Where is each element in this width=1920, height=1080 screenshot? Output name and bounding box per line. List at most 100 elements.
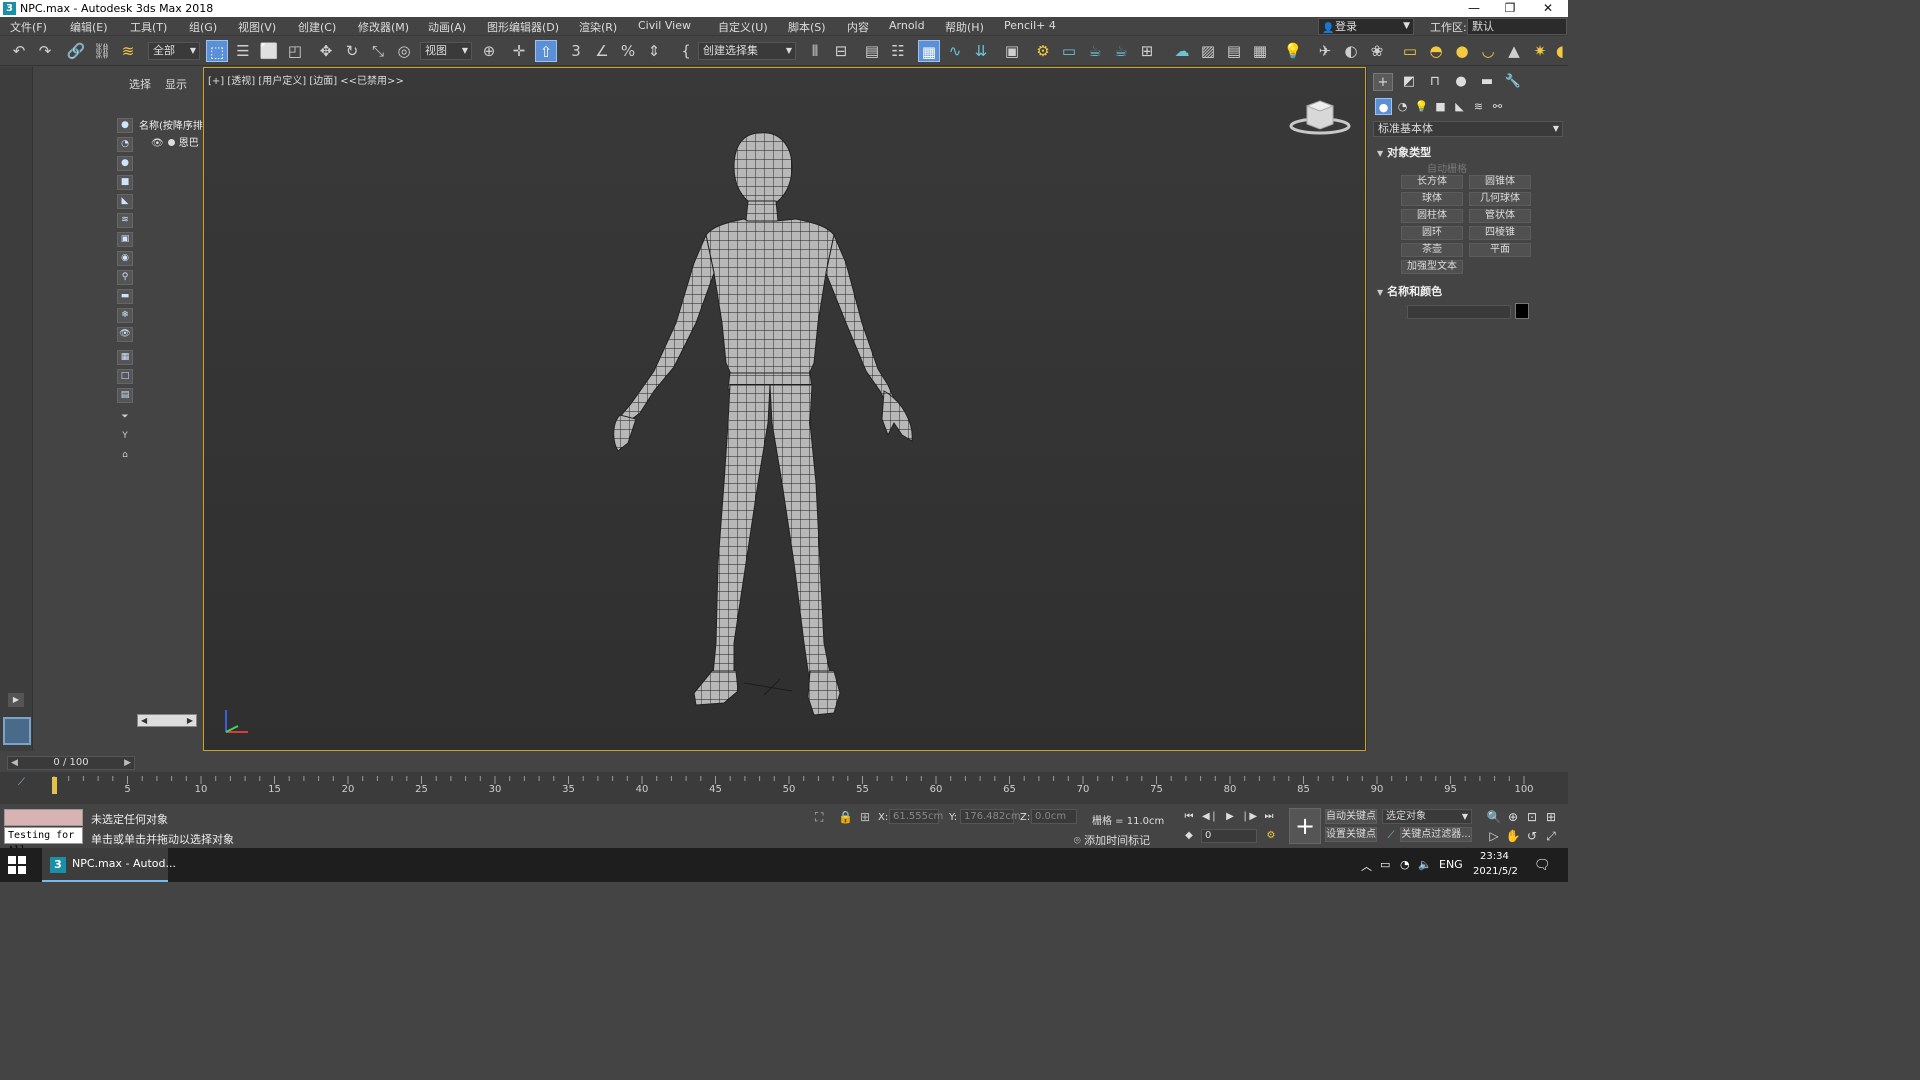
- object-category-dropdown[interactable]: 标准基本体 ▼: [1373, 121, 1563, 137]
- viewport-label[interactable]: [+] [透视] [用户定义] [边面] <<已禁用>>: [208, 72, 404, 87]
- render-frame-icon[interactable]: ▨: [1197, 40, 1219, 62]
- select-manipulate-icon[interactable]: ✛: [508, 40, 530, 62]
- windows-start-icon[interactable]: [8, 856, 26, 874]
- filter-funnel-icon[interactable]: ⏷: [117, 411, 133, 426]
- create-panel-icon[interactable]: +: [1373, 73, 1393, 91]
- freeze-dot-icon[interactable]: [167, 139, 175, 146]
- key-filters-button[interactable]: 关键点过滤器...: [1400, 827, 1472, 842]
- field-of-view-icon[interactable]: ▷: [1486, 828, 1502, 844]
- battery-icon[interactable]: ▭: [1380, 858, 1390, 871]
- orbit-icon[interactable]: ↺: [1524, 828, 1540, 844]
- pan-view-icon[interactable]: ✋: [1505, 828, 1521, 844]
- menu-pencil[interactable]: Pencil+ 4: [1004, 19, 1056, 32]
- tube-button[interactable]: 管状体: [1469, 209, 1531, 223]
- filter-helpers-icon[interactable]: ◣: [117, 194, 133, 209]
- input-language[interactable]: ENG: [1439, 858, 1463, 871]
- lights-category-icon[interactable]: 💡: [1413, 98, 1430, 115]
- filter-bones-icon[interactable]: ⚲: [117, 270, 133, 285]
- character-wireframe-mesh[interactable]: [584, 123, 944, 723]
- close-button[interactable]: ✕: [1530, 0, 1566, 17]
- render-elements-icon[interactable]: ▦: [1249, 40, 1271, 62]
- scroll-left-icon[interactable]: ◀: [141, 715, 147, 726]
- placement-icon[interactable]: ◎: [393, 40, 415, 62]
- cylinder-button[interactable]: 圆柱体: [1401, 209, 1463, 223]
- pyramid-button[interactable]: 四棱锥: [1469, 226, 1531, 240]
- track-bar[interactable]: ⟋ 5 10 15 20 25 30 35 40 45 50 55 60 65 70 75 80 85 90 95 1…: [0, 772, 1568, 804]
- named-selection-dropdown[interactable]: 创建选择集 ▼: [698, 42, 796, 60]
- filter-xrefs-icon[interactable]: ◉: [117, 251, 133, 266]
- zoom-all-icon[interactable]: ⊕: [1505, 809, 1521, 825]
- login-dropdown[interactable]: 👤 登录 ▼: [1318, 18, 1414, 35]
- menu-arnold[interactable]: Arnold: [889, 19, 925, 32]
- filter-containers-icon[interactable]: ▬: [117, 289, 133, 304]
- zoom-extents-all-icon[interactable]: ⊞: [1543, 809, 1559, 825]
- menu-file[interactable]: 文件(F): [10, 19, 47, 35]
- window-crossing-icon[interactable]: ◰: [284, 40, 306, 62]
- clock-date[interactable]: 2021/5/2: [1473, 866, 1518, 877]
- absolute-mode-icon[interactable]: ⊞: [860, 810, 870, 824]
- pencil-plus-icon[interactable]: ❀: [1366, 40, 1388, 62]
- filter-hidden-icon[interactable]: 👁: [117, 327, 133, 342]
- teapot-render-icon[interactable]: ☁: [1171, 40, 1193, 62]
- geosphere-button[interactable]: 几何球体: [1469, 192, 1531, 206]
- display-none-icon[interactable]: □: [117, 369, 133, 384]
- x-coordinate-field[interactable]: 61.555cm: [889, 809, 943, 824]
- ribbon-toggle-icon[interactable]: ▦: [918, 40, 940, 62]
- angle-snap-icon[interactable]: ∠: [591, 40, 613, 62]
- menu-rendering[interactable]: 渲染(R): [579, 19, 617, 35]
- menu-modifiers[interactable]: 修改器(M): [358, 19, 409, 35]
- filter-shapes-icon[interactable]: ◔: [117, 137, 133, 152]
- filter-spacewarps-icon[interactable]: ≋: [117, 213, 133, 228]
- menu-civil-view[interactable]: Civil View: [638, 19, 691, 32]
- current-frame-spinner[interactable]: 0: [1201, 829, 1257, 843]
- keyboard-shortcut-override-icon[interactable]: ⇧: [535, 40, 557, 62]
- spacewarps-category-icon[interactable]: ≋: [1470, 98, 1487, 115]
- object-color-swatch[interactable]: [1515, 303, 1529, 319]
- play-icon[interactable]: ▶: [8, 693, 24, 707]
- schematic-view-icon[interactable]: ⇊: [970, 40, 992, 62]
- z-coordinate-field[interactable]: 0.0cm: [1031, 809, 1077, 824]
- geometry-category-icon[interactable]: ●: [1375, 98, 1392, 115]
- curve-editor-icon[interactable]: ∿: [944, 40, 966, 62]
- menu-scripting[interactable]: 脚本(S): [788, 19, 826, 35]
- maximize-viewport-icon[interactable]: ⤢: [1543, 828, 1559, 844]
- menu-group[interactable]: 组(G): [189, 19, 217, 35]
- redo-icon[interactable]: ↷: [34, 40, 56, 62]
- time-config-icon[interactable]: ⚙: [1263, 829, 1279, 843]
- time-slider-thumb[interactable]: ◀ 0 / 100 ▶: [7, 756, 135, 770]
- select-by-name-icon[interactable]: ☰: [232, 40, 254, 62]
- prev-frame-icon[interactable]: ◀: [11, 757, 18, 769]
- filter-lights-icon[interactable]: ●: [117, 156, 133, 171]
- sphere-button[interactable]: 球体: [1401, 192, 1463, 206]
- menu-tools[interactable]: 工具(T): [130, 19, 167, 35]
- create-dome-icon[interactable]: ◓: [1425, 40, 1447, 62]
- tab-display[interactable]: 显示: [165, 76, 187, 92]
- key-mode-icon[interactable]: ◆: [1181, 829, 1197, 843]
- reference-coord-dropdown[interactable]: 视图 ▼: [420, 42, 472, 60]
- set-key-button[interactable]: 设置关键点: [1325, 827, 1377, 842]
- next-frame-icon[interactable]: ❘▶: [1241, 810, 1257, 824]
- pivot-center-icon[interactable]: ⊕: [478, 40, 500, 62]
- textplus-button[interactable]: 加强型文本: [1401, 260, 1463, 274]
- viewcube-icon[interactable]: [1289, 94, 1351, 136]
- create-bowl-icon[interactable]: ◡: [1477, 40, 1499, 62]
- set-key-big-button[interactable]: +: [1289, 808, 1321, 844]
- bind-spacewarp-icon[interactable]: ≋: [117, 40, 139, 62]
- minimize-button[interactable]: —: [1456, 0, 1492, 17]
- spinner-snap-icon[interactable]: ⇕: [643, 40, 665, 62]
- render-iterative-icon[interactable]: ☕: [1110, 40, 1132, 62]
- add-time-tag[interactable]: ⌾ 添加时间标记: [1074, 832, 1150, 848]
- scroll-right-icon[interactable]: ▶: [187, 715, 193, 726]
- plane-button[interactable]: 平面: [1469, 243, 1531, 257]
- box-button[interactable]: 长方体: [1401, 175, 1463, 189]
- horizontal-scrollbar[interactable]: ◀ ▶: [137, 714, 197, 727]
- layer-explorer-icon[interactable]: ☷: [887, 40, 909, 62]
- name-column-header[interactable]: 名称(按降序排: [139, 117, 203, 132]
- display-invert-icon[interactable]: ▤: [117, 388, 133, 403]
- light-lister-icon[interactable]: 💡: [1282, 40, 1304, 62]
- render-production-icon[interactable]: ☕: [1084, 40, 1106, 62]
- helpers-category-icon[interactable]: ◣: [1451, 98, 1468, 115]
- rendered-frame-window-icon[interactable]: ▭: [1058, 40, 1080, 62]
- undo-icon[interactable]: ↶: [8, 40, 30, 62]
- maxscript-listener-input[interactable]: [4, 809, 83, 826]
